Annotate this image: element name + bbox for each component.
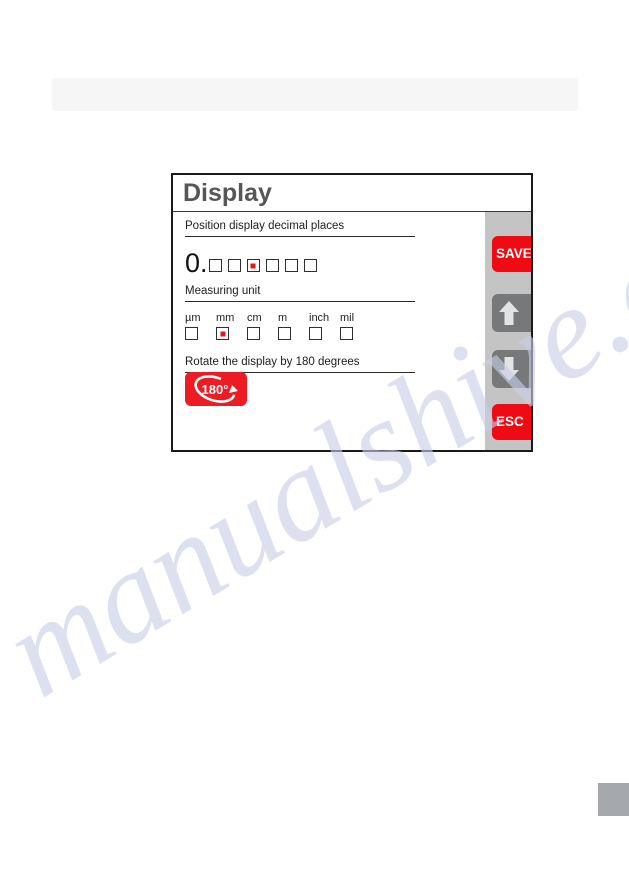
unit-label-m: m xyxy=(278,312,288,324)
unit-option-um[interactable]: µm xyxy=(185,312,210,345)
label-rotate-display: Rotate the display by 180 degrees xyxy=(185,356,360,368)
page-corner-tab xyxy=(598,783,629,816)
escape-button[interactable]: ESC xyxy=(492,404,531,440)
unit-label-cm: cm xyxy=(247,312,262,324)
save-button[interactable]: SAVE xyxy=(492,236,532,272)
unit-checkbox-inch[interactable] xyxy=(309,327,322,340)
save-button-label: SAVE xyxy=(496,246,532,261)
decimal-places-selector[interactable]: 0. xyxy=(185,248,323,278)
screen-title-bar: Display xyxy=(173,175,531,212)
unit-checkbox-mil[interactable] xyxy=(340,327,353,340)
scroll-down-button[interactable] xyxy=(492,350,531,388)
unit-option-m[interactable]: m xyxy=(278,312,303,345)
decimal-checkbox-4[interactable] xyxy=(265,259,279,272)
label-position-display-decimal-places: Position display decimal places xyxy=(185,220,345,232)
decimal-checkbox-3[interactable] xyxy=(246,259,260,272)
rotate-180-button[interactable]: 180° xyxy=(185,372,247,406)
decimal-checkbox-5[interactable] xyxy=(284,259,298,272)
rule-measuring-unit xyxy=(185,301,415,302)
page-title: Display xyxy=(183,179,272,207)
unit-label-mil: mil xyxy=(340,312,355,324)
unit-checkbox-m[interactable] xyxy=(278,327,291,340)
page-header-band xyxy=(52,78,578,111)
label-measuring-unit: Measuring unit xyxy=(185,285,261,297)
decimal-checkbox-1[interactable] xyxy=(208,259,222,272)
unit-label-um: µm xyxy=(185,312,201,324)
measuring-unit-selector[interactable]: µm mm cm m inch mil xyxy=(185,312,371,345)
unit-checkbox-mm[interactable] xyxy=(216,327,229,340)
device-screen-frame: Display Position display decimal places … xyxy=(171,173,533,452)
decimal-checkbox-2[interactable] xyxy=(227,259,241,272)
unit-option-mil[interactable]: mil xyxy=(340,312,365,345)
screen-sidebar: SAVE ESC xyxy=(485,212,532,450)
escape-button-label: ESC xyxy=(496,414,524,429)
unit-label-mm: mm xyxy=(216,312,235,324)
rule-position-display xyxy=(185,236,415,237)
arrow-up-icon xyxy=(492,294,531,332)
svg-text:180°: 180° xyxy=(202,382,229,397)
arrow-down-icon xyxy=(492,350,531,388)
unit-label-inch: inch xyxy=(309,312,330,324)
unit-checkbox-cm[interactable] xyxy=(247,327,260,340)
scroll-up-button[interactable] xyxy=(492,294,531,332)
unit-checkbox-um[interactable] xyxy=(185,327,198,340)
page-root: Display Position display decimal places … xyxy=(0,0,629,893)
decimal-prefix: 0. xyxy=(185,248,208,278)
rotate-180-icon: 180° xyxy=(194,375,238,403)
unit-option-inch[interactable]: inch xyxy=(309,312,334,345)
decimal-checkbox-6[interactable] xyxy=(303,259,317,272)
screen-content-area: Position display decimal places 0. Measu… xyxy=(173,212,487,450)
unit-option-cm[interactable]: cm xyxy=(247,312,272,345)
unit-option-mm[interactable]: mm xyxy=(216,312,241,345)
